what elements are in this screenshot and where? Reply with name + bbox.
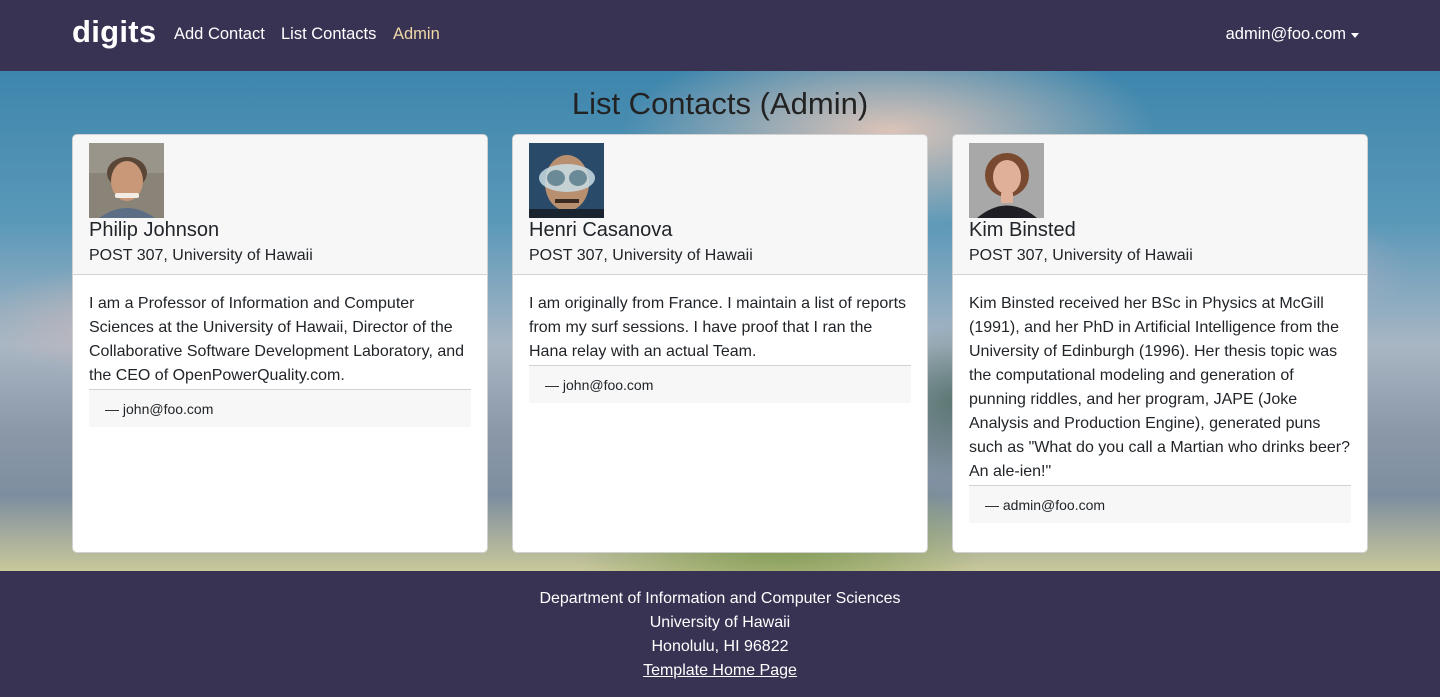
card-header: Kim Binsted POST 307, University of Hawa… (953, 135, 1367, 275)
contact-card: Kim Binsted POST 307, University of Hawa… (952, 134, 1368, 553)
contact-name: Philip Johnson (89, 219, 220, 241)
contact-address: POST 307, University of Hawaii (529, 247, 753, 264)
navbar: digits Add Contact List Contacts Admin a… (0, 0, 1440, 71)
contact-name: Henri Casanova (529, 219, 673, 241)
contact-address: POST 307, University of Hawaii (969, 247, 1193, 264)
footer-department: Department of Information and Computer S… (539, 590, 901, 607)
nav-list-contacts[interactable]: List Contacts (281, 25, 376, 44)
footer-university: University of Hawaii (649, 614, 791, 631)
main-content: List Contacts (Admin) Philip Johnson POS… (0, 71, 1440, 571)
contact-note: — john@foo.com (529, 365, 911, 403)
card-header: Philip Johnson POST 307, University of H… (73, 135, 487, 275)
brand-logo[interactable]: digits (72, 14, 156, 50)
nav-admin[interactable]: Admin (393, 25, 440, 44)
contact-card: Henri Casanova POST 307, University of H… (512, 134, 928, 553)
contact-description: Kim Binsted received her BSc in Physics … (969, 295, 1350, 480)
contact-note: — john@foo.com (89, 389, 471, 427)
contact-note: — admin@foo.com (969, 485, 1351, 523)
card-body: Kim Binsted received her BSc in Physics … (953, 275, 1367, 523)
chevron-down-icon (1351, 33, 1359, 38)
page-title: List Contacts (Admin) (571, 86, 869, 121)
nav-add-contact[interactable]: Add Contact (174, 25, 265, 44)
footer: Department of Information and Computer S… (0, 571, 1440, 697)
person-photo-icon (969, 143, 1044, 218)
contact-description: I am originally from France. I maintain … (529, 295, 907, 360)
contact-card: Philip Johnson POST 307, University of H… (72, 134, 488, 553)
user-dropdown[interactable]: admin@foo.com (1226, 25, 1359, 44)
contact-description: I am a Professor of Information and Comp… (89, 295, 465, 384)
card-body: I am a Professor of Information and Comp… (73, 275, 487, 427)
footer-address: Honolulu, HI 96822 (651, 638, 789, 655)
contact-address: POST 307, University of Hawaii (89, 247, 313, 264)
person-photo-icon (89, 143, 164, 218)
card-body: I am originally from France. I maintain … (513, 275, 927, 403)
person-photo-icon (529, 143, 604, 218)
contact-name: Kim Binsted (969, 219, 1076, 241)
template-home-link[interactable]: Template Home Page (643, 662, 797, 679)
card-header: Henri Casanova POST 307, University of H… (513, 135, 927, 275)
user-email: admin@foo.com (1225, 25, 1346, 43)
